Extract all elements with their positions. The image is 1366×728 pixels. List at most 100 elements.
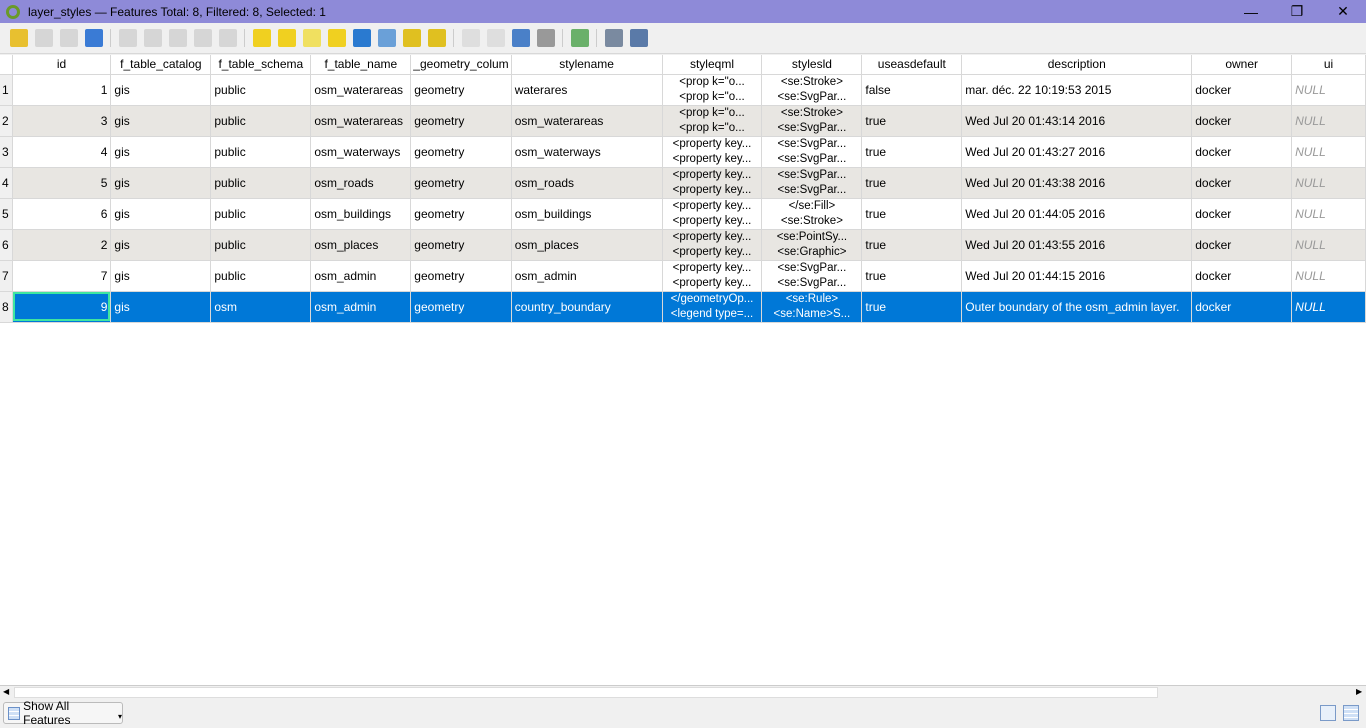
- copy-icon[interactable]: [193, 29, 212, 47]
- save-edits-icon[interactable]: [59, 29, 78, 47]
- cell-styleqml[interactable]: <prop k="o... <prop k="o...: [662, 105, 763, 137]
- multi-edit-icon[interactable]: [34, 29, 53, 47]
- scroll-left-icon[interactable]: ◀: [3, 687, 9, 696]
- column-header-styleqml[interactable]: styleqml: [662, 55, 763, 75]
- cell-stylesld[interactable]: <se:Rule> <se:Name>S...: [761, 291, 863, 323]
- cell-catalog[interactable]: gis: [110, 167, 212, 199]
- cell-schema[interactable]: public: [210, 260, 312, 292]
- cell-table-name[interactable]: osm_roads: [310, 167, 412, 199]
- cell-catalog[interactable]: gis: [110, 260, 212, 292]
- cell-geometry-column[interactable]: geometry: [410, 291, 512, 323]
- pan-to-selected-icon[interactable]: [402, 29, 421, 47]
- cell-geometry-column[interactable]: geometry: [410, 105, 512, 137]
- cell-table-name[interactable]: osm_waterways: [310, 136, 412, 168]
- add-feature-icon[interactable]: [118, 29, 137, 47]
- delete-selected-icon[interactable]: [143, 29, 162, 47]
- table-row[interactable]: 2 3 gis public osm_waterareas geometry osm_wat…: [0, 105, 1366, 137]
- cell-stylename[interactable]: osm_buildings: [511, 198, 663, 230]
- column-header-f-table-name[interactable]: f_table_name: [310, 55, 412, 75]
- table-row[interactable]: 6 2 gis public osm_places geometry osm_places <…: [0, 229, 1366, 261]
- cell-table-name[interactable]: osm_admin: [310, 260, 412, 292]
- cell-schema[interactable]: public: [210, 136, 312, 168]
- cell-ui[interactable]: NULL: [1291, 167, 1366, 199]
- cell-useasdefault[interactable]: true: [861, 229, 963, 261]
- cell-styleqml[interactable]: <property key... <property key...: [662, 260, 763, 292]
- cell-description[interactable]: Wed Jul 20 01:44:05 2016: [961, 198, 1193, 230]
- column-header-owner[interactable]: owner: [1191, 55, 1293, 75]
- move-selection-top-icon[interactable]: [377, 29, 396, 47]
- cell-stylename[interactable]: osm_waterareas: [511, 105, 663, 137]
- cell-owner[interactable]: docker: [1191, 74, 1293, 106]
- cell-stylesld[interactable]: </se:Fill> <se:Stroke>: [761, 198, 863, 230]
- filter-select-icon[interactable]: [352, 29, 371, 47]
- cell-description[interactable]: Outer boundary of the osm_admin layer.: [961, 291, 1193, 323]
- form-view-icon[interactable]: [1320, 705, 1336, 721]
- cell-useasdefault[interactable]: true: [861, 167, 963, 199]
- cell-schema[interactable]: public: [210, 229, 312, 261]
- column-header-id[interactable]: id: [12, 55, 112, 75]
- cell-geometry-column[interactable]: geometry: [410, 167, 512, 199]
- cell-useasdefault[interactable]: true: [861, 105, 963, 137]
- cell-stylesld[interactable]: <se:Stroke> <se:SvgPar...: [761, 105, 863, 137]
- cell-catalog[interactable]: gis: [110, 229, 212, 261]
- column-header-ui[interactable]: ui: [1291, 55, 1366, 75]
- table-row[interactable]: 4 5 gis public osm_roads geometry osm_roads <pr…: [0, 167, 1366, 199]
- cell-catalog[interactable]: gis: [110, 105, 212, 137]
- cell-table-name[interactable]: osm_waterareas: [310, 74, 412, 106]
- cell-ui[interactable]: NULL: [1291, 74, 1366, 106]
- cell-ui[interactable]: NULL: [1291, 136, 1366, 168]
- cell-table-name[interactable]: osm_waterareas: [310, 105, 412, 137]
- cell-id[interactable]: 1: [12, 74, 112, 106]
- deselect-all-icon[interactable]: [327, 29, 346, 47]
- cell-schema[interactable]: public: [210, 167, 312, 199]
- cell-table-name[interactable]: osm_places: [310, 229, 412, 261]
- cell-geometry-column[interactable]: geometry: [410, 260, 512, 292]
- open-calculator-icon[interactable]: [536, 29, 555, 47]
- cell-description[interactable]: Wed Jul 20 01:43:27 2016: [961, 136, 1193, 168]
- cell-styleqml[interactable]: <property key... <property key...: [662, 229, 763, 261]
- cell-styleqml[interactable]: </geometryOp... <legend type=...: [662, 291, 763, 323]
- cell-owner[interactable]: docker: [1191, 229, 1293, 261]
- toggle-editing-icon[interactable]: [9, 29, 28, 47]
- field-calculator-icon[interactable]: [511, 29, 530, 47]
- reload-icon[interactable]: [84, 29, 103, 47]
- scroll-right-icon[interactable]: ▶: [1356, 687, 1362, 696]
- cell-styleqml[interactable]: <property key... <property key...: [662, 198, 763, 230]
- row-number[interactable]: 6: [0, 229, 13, 261]
- column-header-useasdefault[interactable]: useasdefault: [861, 55, 963, 75]
- cell-stylename[interactable]: osm_admin: [511, 260, 663, 292]
- cell-stylename[interactable]: waterares: [511, 74, 663, 106]
- cell-description[interactable]: Wed Jul 20 01:43:38 2016: [961, 167, 1193, 199]
- cell-stylesld[interactable]: <se:SvgPar... <se:SvgPar...: [761, 136, 863, 168]
- table-row[interactable]: 8 9 gis osm osm_admin geometry country_boundar…: [0, 291, 1366, 323]
- cell-useasdefault[interactable]: true: [861, 291, 963, 323]
- select-all-icon[interactable]: [277, 29, 296, 47]
- cell-stylesld[interactable]: <se:Stroke> <se:SvgPar...: [761, 74, 863, 106]
- cell-catalog[interactable]: gis: [110, 291, 212, 323]
- cell-id[interactable]: 3: [12, 105, 112, 137]
- cell-geometry-column[interactable]: geometry: [410, 229, 512, 261]
- cell-id[interactable]: 9: [12, 291, 112, 323]
- cell-owner[interactable]: docker: [1191, 291, 1293, 323]
- cell-id[interactable]: 7: [12, 260, 112, 292]
- cell-owner[interactable]: docker: [1191, 260, 1293, 292]
- cell-useasdefault[interactable]: true: [861, 198, 963, 230]
- cell-geometry-column[interactable]: geometry: [410, 198, 512, 230]
- cell-schema[interactable]: public: [210, 105, 312, 137]
- column-header-description[interactable]: description: [961, 55, 1193, 75]
- table-row[interactable]: 7 7 gis public osm_admin geometry osm_admin <pr…: [0, 260, 1366, 292]
- cell-description[interactable]: mar. déc. 22 10:19:53 2015: [961, 74, 1193, 106]
- cell-id[interactable]: 2: [12, 229, 112, 261]
- cell-stylename[interactable]: country_boundary: [511, 291, 663, 323]
- close-button[interactable]: ✕: [1320, 0, 1366, 23]
- cell-table-name[interactable]: osm_admin: [310, 291, 412, 323]
- expression-select-icon[interactable]: [252, 29, 271, 47]
- cell-description[interactable]: Wed Jul 20 01:43:55 2016: [961, 229, 1193, 261]
- column-header-f-table-schema[interactable]: f_table_schema: [210, 55, 312, 75]
- row-number[interactable]: 5: [0, 198, 13, 230]
- cell-description[interactable]: Wed Jul 20 01:44:15 2016: [961, 260, 1193, 292]
- column-header-stylename[interactable]: stylename: [511, 55, 663, 75]
- cell-stylesld[interactable]: <se:SvgPar... <se:SvgPar...: [761, 167, 863, 199]
- new-field-icon[interactable]: [461, 29, 480, 47]
- cell-stylename[interactable]: osm_waterways: [511, 136, 663, 168]
